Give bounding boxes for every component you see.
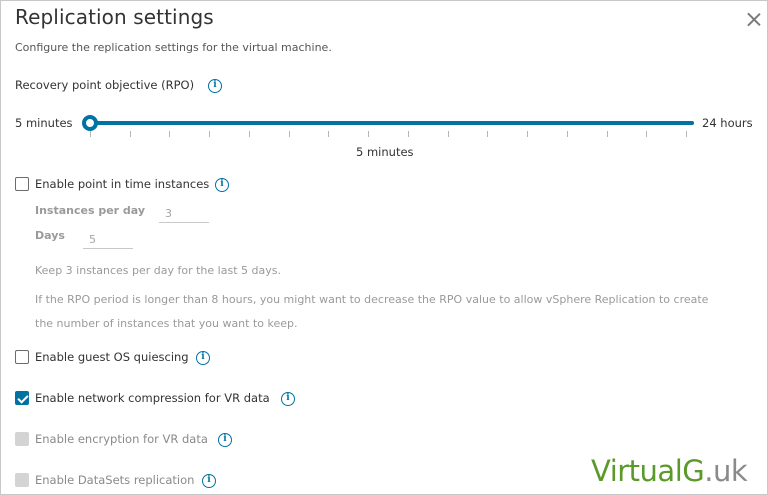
rpo-slider-tick (169, 131, 170, 137)
close-icon[interactable] (745, 11, 763, 29)
rpo-slider-tick (448, 131, 449, 137)
rpo-slider-track[interactable] (90, 121, 694, 125)
watermark-part1: VirtualG (591, 454, 705, 488)
rpo-slider-tick (527, 131, 528, 137)
rpo-slider-min-label: 5 minutes (15, 116, 73, 130)
network-compression-checkbox[interactable] (15, 391, 29, 405)
dialog-subtitle: Configure the replication settings for t… (15, 41, 332, 54)
rpo-label: Recovery point objective (RPO) (15, 78, 195, 92)
guest-os-quiescing-label: Enable guest OS quiescing (35, 350, 189, 364)
keep-instances-note: Keep 3 instances per day for the last 5 … (35, 264, 281, 277)
days-label: Days (35, 229, 65, 242)
rpo-current-value: 5 minutes (356, 145, 414, 159)
rpo-slider-tick (90, 131, 91, 137)
rpo-slider-thumb[interactable] (82, 115, 98, 131)
rpo-slider-tick (368, 131, 369, 137)
instances-per-day-label: Instances per day (35, 204, 146, 217)
point-in-time-info-icon[interactable]: i (215, 178, 229, 192)
rpo-slider-tick (607, 131, 608, 137)
point-in-time-checkbox[interactable] (15, 177, 29, 191)
datasets-label: Enable DataSets replication (35, 473, 195, 487)
encryption-label: Enable encryption for VR data (35, 432, 208, 446)
datasets-checkbox (15, 473, 29, 487)
network-compression-info-icon[interactable]: i (281, 392, 295, 406)
point-in-time-label: Enable point in time instances (35, 177, 210, 191)
rpo-slider-tick (487, 131, 488, 137)
rpo-slider-tick (328, 131, 329, 137)
watermark-part2: .uk (704, 454, 748, 488)
guest-os-quiescing-checkbox[interactable] (15, 350, 29, 364)
rpo-warning-note-line1: If the RPO period is longer than 8 hours… (35, 293, 709, 306)
watermark-logo: VirtualG.uk (591, 454, 748, 488)
rpo-info-icon[interactable]: i (208, 79, 222, 93)
guest-os-info-icon[interactable]: i (196, 351, 210, 365)
datasets-info-icon[interactable]: i (202, 474, 216, 488)
network-compression-label: Enable network compression for VR data (35, 391, 270, 405)
rpo-slider-tick (209, 131, 210, 137)
encryption-checkbox (15, 432, 29, 446)
rpo-slider-tick (686, 131, 687, 137)
dialog-title: Replication settings (15, 5, 214, 29)
rpo-slider-max-label: 24 hours (702, 116, 753, 130)
rpo-slider-tick (408, 131, 409, 137)
rpo-slider-tick (289, 131, 290, 137)
rpo-warning-note-line2: the number of instances that you want to… (35, 317, 298, 330)
rpo-slider-tick (646, 131, 647, 137)
days-input[interactable] (83, 231, 133, 249)
instances-per-day-input[interactable] (159, 205, 209, 223)
rpo-slider-tick (567, 131, 568, 137)
rpo-slider-tick (130, 131, 131, 137)
encryption-info-icon[interactable]: i (218, 433, 232, 447)
replication-settings-dialog: Replication settings Configure the repli… (0, 0, 768, 495)
rpo-slider-tick (249, 131, 250, 137)
